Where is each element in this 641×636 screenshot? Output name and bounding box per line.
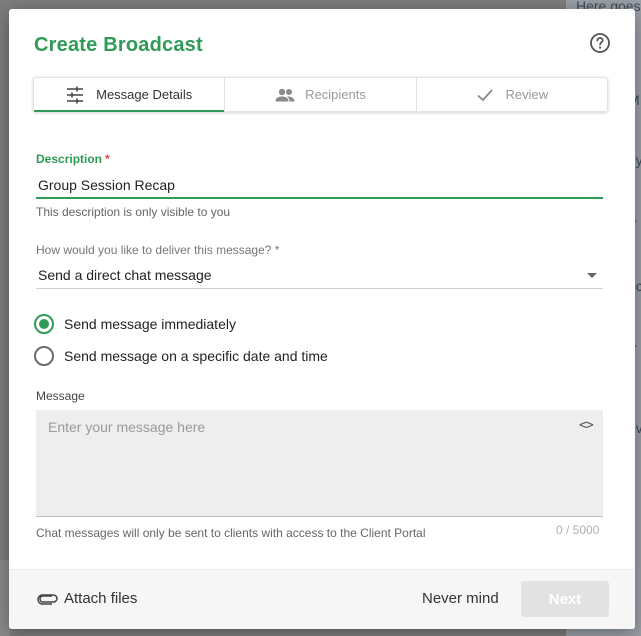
dialog-title: Create Broadcast <box>34 34 203 56</box>
tab-message-details[interactable]: Message Details <box>34 78 226 112</box>
next-button[interactable]: Next <box>521 581 609 617</box>
wizard-tabs: Message Details Recipients Review <box>33 77 608 112</box>
message-textarea[interactable] <box>36 410 603 516</box>
description-input[interactable] <box>36 173 603 199</box>
sliders-icon <box>66 86 84 104</box>
tab-label: Message Details <box>96 87 193 102</box>
radio-button-checked[interactable] <box>34 314 54 334</box>
radio-label: Send message immediately <box>64 316 236 332</box>
dialog-footer: Attach files Never mind Next <box>9 569 635 629</box>
tab-review[interactable]: Review <box>417 78 607 111</box>
help-circle-icon[interactable] <box>589 32 611 54</box>
delivery-method-label: How would you like to deliver this messa… <box>36 243 280 257</box>
message-hint: Chat messages will only be sent to clien… <box>36 526 426 540</box>
check-icon <box>476 86 494 104</box>
dropdown-caret-icon <box>587 273 597 278</box>
attach-files-button[interactable]: Attach files <box>37 590 137 607</box>
description-label: Description * <box>36 152 110 166</box>
radio-send-scheduled[interactable]: Send message on a specific date and time <box>34 346 328 366</box>
message-editor <box>36 410 603 517</box>
radio-button[interactable] <box>34 346 54 366</box>
tab-label: Review <box>505 87 549 102</box>
description-hint: This description is only visible to you <box>36 205 231 219</box>
delivery-method-value: Send a direct chat message <box>38 267 212 283</box>
code-view-icon[interactable]: <> <box>579 418 594 433</box>
attach-files-label: Attach files <box>64 590 138 607</box>
create-broadcast-dialog: Create Broadcast Message Details Recipie… <box>9 9 635 629</box>
paperclip-icon <box>37 592 59 606</box>
tab-label: Recipients <box>305 87 366 102</box>
character-counter: 0 / 5000 <box>556 523 600 537</box>
radio-send-immediately[interactable]: Send message immediately <box>34 314 236 334</box>
cancel-button[interactable]: Never mind <box>422 590 499 607</box>
people-icon <box>275 86 295 104</box>
radio-label: Send message on a specific date and time <box>64 348 328 364</box>
delivery-method-select[interactable]: Send a direct chat message <box>36 263 603 289</box>
tab-recipients[interactable]: Recipients <box>225 78 417 111</box>
required-marker: * <box>105 152 110 166</box>
description-label-text: Description <box>36 152 103 166</box>
message-label: Message <box>36 389 85 403</box>
